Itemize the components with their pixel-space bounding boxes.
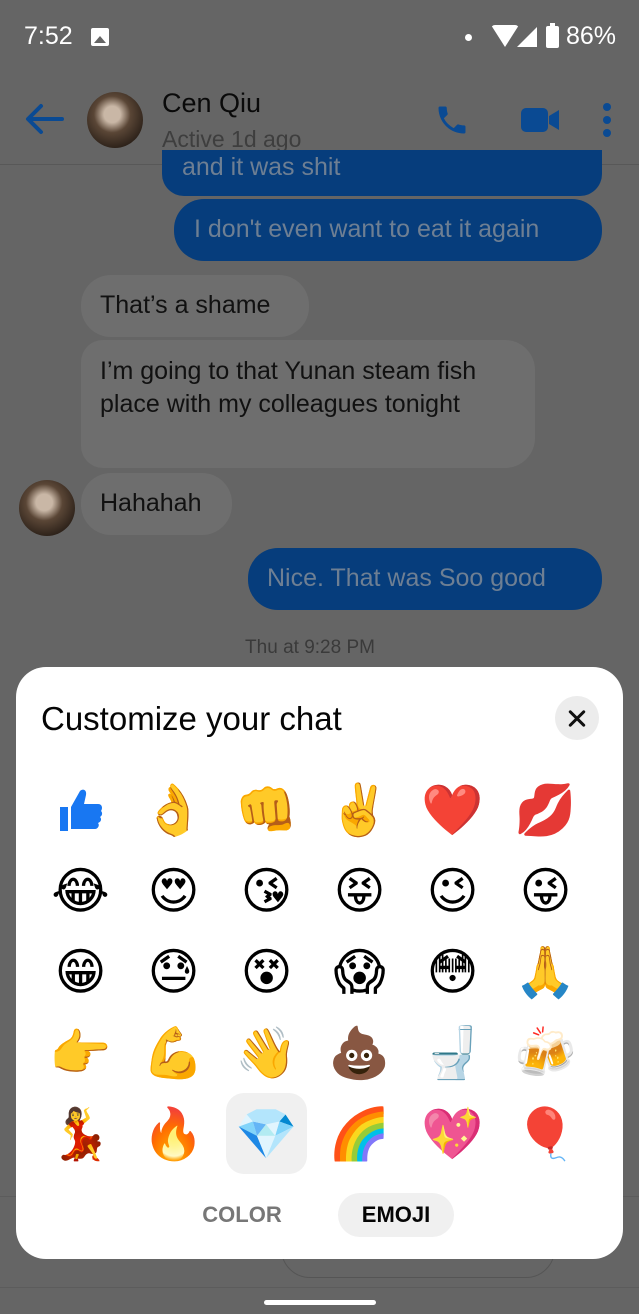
message-timestamp: Thu at 9:28 PM (245, 637, 375, 658)
oncoming-fist-icon: 👊 (235, 780, 298, 839)
emoji-face-blowing-kiss[interactable]: 😘 (226, 850, 307, 931)
battery-percent: 86% (566, 22, 617, 50)
video-icon[interactable] (520, 106, 560, 134)
emoji-kiss-mark[interactable]: 💋 (505, 769, 586, 850)
dot-icon (465, 34, 472, 41)
signal-icon (517, 27, 537, 47)
emoji-rainbow[interactable]: 🌈 (319, 1093, 400, 1174)
emoji-waving-hand[interactable]: 👋 (226, 1012, 307, 1093)
contact-name[interactable]: Cen Qiu (162, 88, 261, 119)
home-indicator[interactable] (264, 1300, 376, 1305)
rainbow-icon: 🌈 (328, 1104, 391, 1163)
message-incoming[interactable]: That’s a shame (81, 275, 309, 337)
dizzy-face-icon: 😵 (240, 942, 293, 1001)
emoji-sparkling-heart[interactable]: 💖 (412, 1093, 493, 1174)
contact-status: Active 1d ago (162, 126, 302, 152)
phone-icon[interactable] (434, 102, 470, 138)
emoji-heart-eyes[interactable]: 😍 (133, 850, 214, 931)
emoji-flushed-face[interactable]: 😳 (412, 931, 493, 1012)
back-arrow-icon[interactable] (24, 103, 64, 135)
message-incoming[interactable]: Hahahah (81, 473, 232, 535)
emoji-squinting-tongue[interactable]: 😝 (319, 850, 400, 931)
emoji-oncoming-fist[interactable]: 👊 (226, 769, 307, 850)
emoji-woman-dancing[interactable]: 💃 (40, 1093, 121, 1174)
emoji-toilet[interactable]: 🚽 (412, 1012, 493, 1093)
screaming-in-fear-icon: 😱 (333, 942, 386, 1001)
status-time: 7:52 (24, 22, 73, 50)
squinting-tongue-icon: 😝 (333, 861, 386, 920)
sparkling-heart-icon: 💖 (421, 1104, 484, 1163)
emoji-clinking-beer-mugs[interactable]: 🍻 (505, 1012, 586, 1093)
downcast-sweat-icon: 😓 (147, 942, 200, 1001)
beaming-face-icon: 😁 (54, 942, 107, 1001)
customize-chat-sheet: Customize your chat 👌 👊 ✌️ ❤️ 💋 😂 😍 😘 😝 😉 😜 😁 😓 😵 😱 😳 🙏 👉… (16, 667, 623, 1259)
thumbs-up-icon (59, 789, 102, 831)
pile-of-poo-icon: 💩 (328, 1023, 391, 1082)
clinking-beer-mugs-icon: 🍻 (514, 1023, 577, 1082)
folded-hands-icon: 🙏 (514, 942, 577, 1001)
message-outgoing[interactable]: I don't even want to eat it again (174, 199, 602, 261)
emoji-thumbs-up[interactable] (40, 769, 121, 850)
waving-hand-icon: 👋 (235, 1023, 298, 1082)
balloon-icon: 🎈 (514, 1104, 577, 1163)
red-heart-icon: ❤️ (421, 780, 484, 839)
winking-face-icon: 😉 (426, 861, 479, 920)
emoji-downcast-sweat[interactable]: 😓 (133, 931, 214, 1012)
emoji-pile-of-poo[interactable]: 💩 (319, 1012, 400, 1093)
sheet-tabs: COLOR EMOJI (16, 1193, 623, 1237)
tears-of-joy-icon: 😂 (51, 861, 110, 920)
contact-avatar[interactable] (87, 92, 143, 148)
emoji-beaming-face[interactable]: 😁 (40, 931, 121, 1012)
pointing-right-icon: 👉 (49, 1023, 112, 1082)
gem-stone-icon: 💎 (235, 1104, 298, 1163)
message-incoming[interactable]: I’m going to that Yunan steam fish place… (81, 340, 535, 468)
emoji-winking-tongue[interactable]: 😜 (505, 850, 586, 931)
kiss-mark-icon: 💋 (514, 780, 577, 839)
emoji-victory-hand[interactable]: ✌️ (319, 769, 400, 850)
tab-emoji[interactable]: EMOJI (338, 1193, 454, 1237)
flushed-face-icon: 😳 (426, 942, 479, 1001)
emoji-folded-hands[interactable]: 🙏 (505, 931, 586, 1012)
ok-hand-icon: 👌 (142, 780, 205, 839)
emoji-dizzy-face[interactable]: 😵 (226, 931, 307, 1012)
wifi-icon (491, 25, 519, 47)
navbar-divider (0, 1287, 639, 1288)
emoji-pointing-right[interactable]: 👉 (40, 1012, 121, 1093)
emoji-balloon[interactable]: 🎈 (505, 1093, 586, 1174)
woman-dancing-icon: 💃 (49, 1104, 112, 1163)
sender-avatar[interactable] (19, 480, 75, 536)
emoji-winking-face[interactable]: 😉 (412, 850, 493, 931)
victory-hand-icon: ✌️ (328, 780, 391, 839)
message-outgoing[interactable]: and it was shit (162, 150, 602, 196)
face-blowing-kiss-icon: 😘 (240, 861, 293, 920)
battery-icon (546, 23, 559, 48)
flexed-biceps-icon: 💪 (142, 1023, 205, 1082)
emoji-fire[interactable]: 🔥 (133, 1093, 214, 1174)
message-outgoing[interactable]: Nice. That was Soo good (248, 548, 602, 610)
emoji-tears-of-joy[interactable]: 😂 (40, 850, 121, 931)
more-vert-icon[interactable] (598, 102, 616, 138)
emoji-ok-hand[interactable]: 👌 (133, 769, 214, 850)
toilet-icon: 🚽 (421, 1023, 484, 1082)
sheet-title: Customize your chat (41, 700, 342, 737)
emoji-screaming-in-fear[interactable]: 😱 (319, 931, 400, 1012)
status-bar: 7:52 86% (0, 0, 639, 76)
emoji-red-heart[interactable]: ❤️ (412, 769, 493, 850)
heart-eyes-icon: 😍 (147, 861, 200, 920)
image-icon (91, 28, 109, 46)
winking-tongue-icon: 😜 (519, 861, 572, 920)
emoji-grid: 👌 👊 ✌️ ❤️ 💋 😂 😍 😘 😝 😉 😜 😁 😓 😵 😱 😳 🙏 👉 💪 👋 💩 🚽 🍻 💃 🔥 💎 🌈 💖 🎈 (40, 769, 610, 1174)
emoji-gem-stone[interactable]: 💎 (226, 1093, 307, 1174)
emoji-flexed-biceps[interactable]: 💪 (133, 1012, 214, 1093)
fire-icon: 🔥 (142, 1104, 205, 1163)
tab-color[interactable]: COLOR (186, 1193, 298, 1237)
close-button[interactable] (555, 696, 599, 740)
